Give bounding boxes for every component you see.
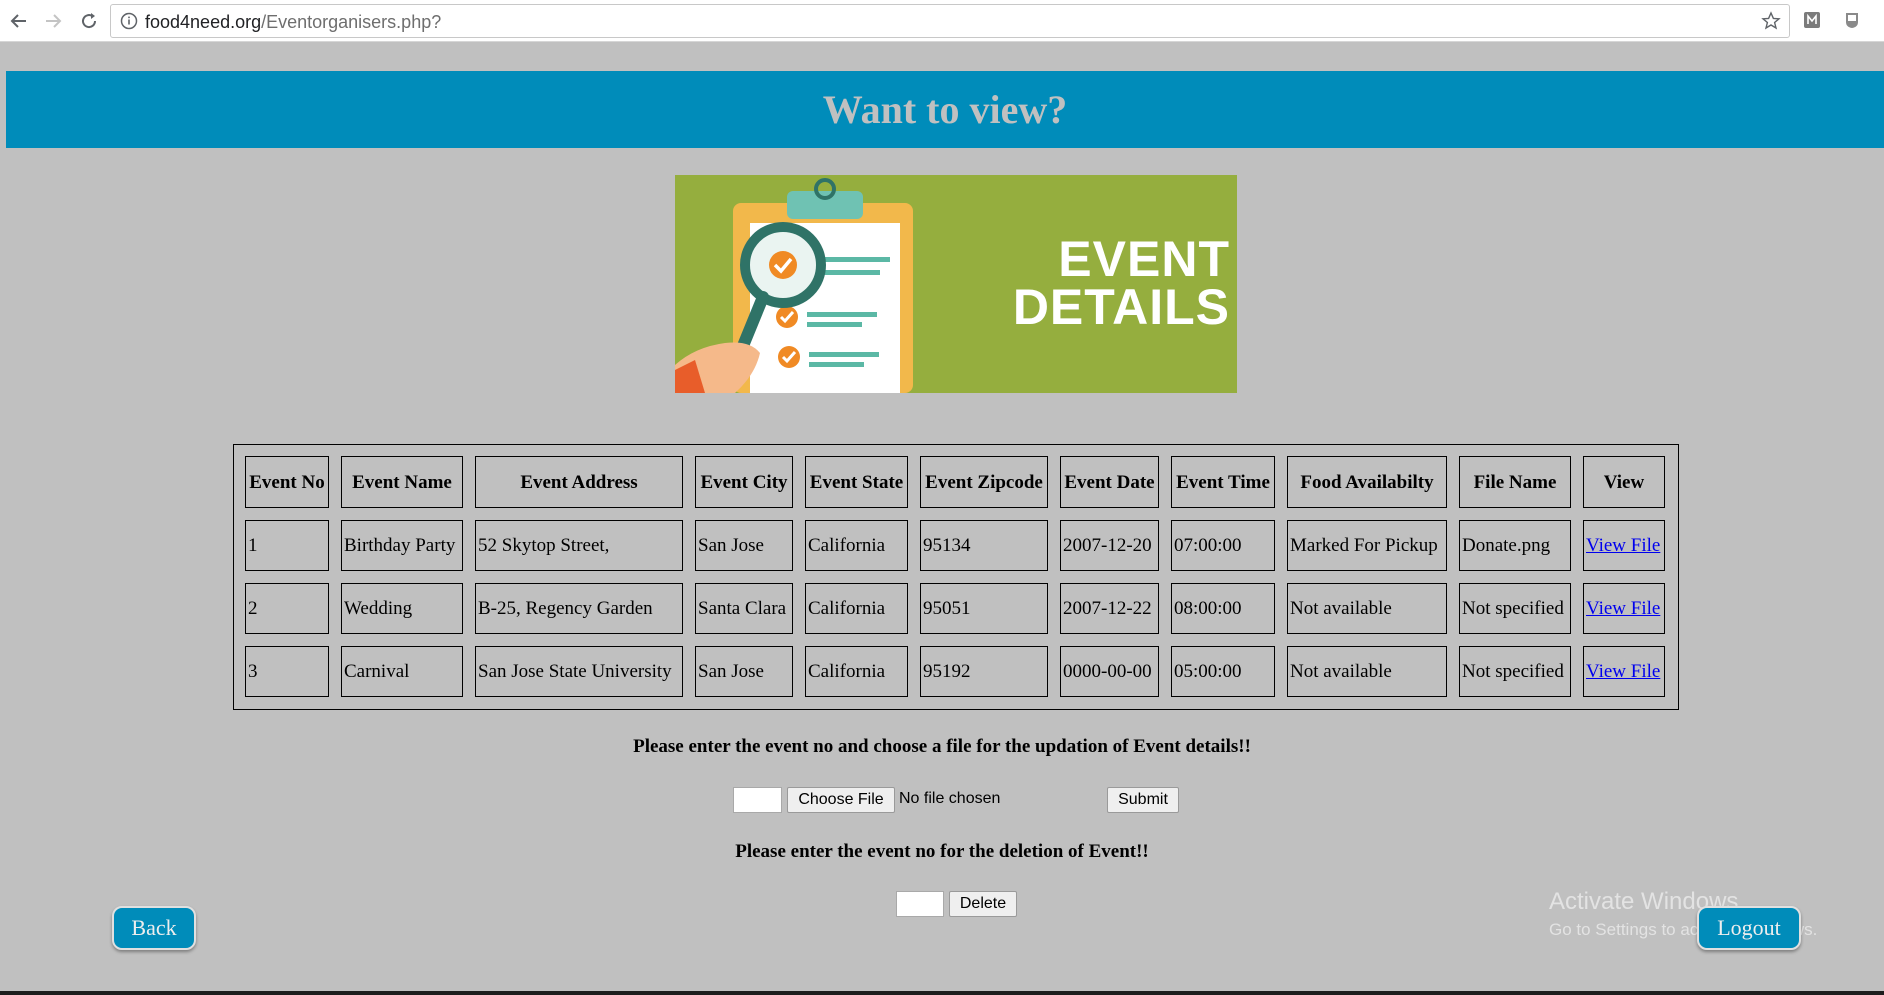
cell-event-state: California <box>805 646 908 697</box>
cell-event-no: 2 <box>245 583 329 634</box>
cell-event-date: 2007-12-22 <box>1060 583 1159 634</box>
cell-event-zipcode: 95134 <box>920 520 1048 571</box>
cell-view: View File <box>1583 646 1665 697</box>
cell-event-zipcode: 95051 <box>920 583 1048 634</box>
extension-icon[interactable] <box>1802 10 1822 30</box>
cell-file-name: Donate.png <box>1459 520 1571 571</box>
delete-prompt: Please enter the event no for the deleti… <box>735 841 1149 862</box>
cell-event-city: Santa Clara <box>695 583 793 634</box>
cell-event-address: San Jose State University <box>475 646 683 697</box>
col-header-view: View <box>1583 456 1665 508</box>
choose-file-button[interactable]: Choose File <box>787 787 895 813</box>
view-file-link[interactable]: View File <box>1586 661 1660 682</box>
cell-event-name: Carnival <box>341 646 463 697</box>
delete-event-no-input[interactable] <box>896 891 944 917</box>
extension-shield-icon[interactable] <box>1842 10 1862 30</box>
reload-icon[interactable] <box>75 7 103 35</box>
cell-event-city: San Jose <box>695 520 793 571</box>
cell-event-date: 0000-00-00 <box>1060 646 1159 697</box>
taskbar-edge <box>0 991 1884 995</box>
cell-view: View File <box>1583 520 1665 571</box>
page-title: Want to view? <box>822 87 1068 132</box>
logout-button[interactable]: Logout <box>1697 906 1801 950</box>
url-text: food4need.org/Eventorganisers.php? <box>145 12 442 32</box>
table-row: 2 Wedding B-25, Regency Garden Santa Cla… <box>245 583 1665 634</box>
cell-event-time: 05:00:00 <box>1171 646 1275 697</box>
events-table: Event No Event Name Event Address Event … <box>233 444 1679 710</box>
table-header-row: Event No Event Name Event Address Event … <box>245 456 1665 508</box>
info-icon[interactable] <box>120 12 138 30</box>
cell-event-address: 52 Skytop Street, <box>475 520 683 571</box>
cell-event-time: 07:00:00 <box>1171 520 1275 571</box>
col-header-event-city: Event City <box>695 456 793 508</box>
submit-button[interactable]: Submit <box>1107 787 1179 813</box>
cell-event-state: California <box>805 520 908 571</box>
col-header-event-no: Event No <box>245 456 329 508</box>
cell-food-availability: Not available <box>1287 646 1447 697</box>
col-header-event-name: Event Name <box>341 456 463 508</box>
address-bar[interactable]: food4need.org/Eventorganisers.php? <box>110 4 1790 38</box>
header-banner: Want to view? <box>6 71 1884 148</box>
browser-toolbar: food4need.org/Eventorganisers.php? <box>0 0 1884 42</box>
cell-event-city: San Jose <box>695 646 793 697</box>
cell-food-availability: Marked For Pickup <box>1287 520 1447 571</box>
col-header-event-zipcode: Event Zipcode <box>920 456 1048 508</box>
cell-view: View File <box>1583 583 1665 634</box>
cell-event-zipcode: 95192 <box>920 646 1048 697</box>
file-status-text: No file chosen <box>899 790 1001 807</box>
view-file-link[interactable]: View File <box>1586 535 1660 556</box>
cell-event-time: 08:00:00 <box>1171 583 1275 634</box>
forward-arrow-icon[interactable] <box>39 7 67 35</box>
update-prompt: Please enter the event no and choose a f… <box>633 736 1251 757</box>
hero-title: EVENT DETAILS <box>1012 231 1230 335</box>
cell-food-availability: Not available <box>1287 583 1447 634</box>
delete-button[interactable]: Delete <box>949 891 1017 917</box>
col-header-event-address: Event Address <box>475 456 683 508</box>
col-header-file-name: File Name <box>1459 456 1571 508</box>
view-file-link[interactable]: View File <box>1586 598 1660 619</box>
cell-file-name: Not specified <box>1459 646 1571 697</box>
cell-event-name: Wedding <box>341 583 463 634</box>
table-row: 1 Birthday Party 52 Skytop Street, San J… <box>245 520 1665 571</box>
back-arrow-icon[interactable] <box>5 7 33 35</box>
cell-event-no: 1 <box>245 520 329 571</box>
col-header-event-date: Event Date <box>1060 456 1159 508</box>
cell-event-state: California <box>805 583 908 634</box>
col-header-food-availability: Food Availabilty <box>1287 456 1447 508</box>
cell-event-name: Birthday Party <box>341 520 463 571</box>
cell-event-date: 2007-12-20 <box>1060 520 1159 571</box>
col-header-event-time: Event Time <box>1171 456 1275 508</box>
cell-event-no: 3 <box>245 646 329 697</box>
update-event-no-input[interactable] <box>733 787 782 813</box>
back-button[interactable]: Back <box>112 906 196 950</box>
col-header-event-state: Event State <box>805 456 908 508</box>
cell-event-address: B-25, Regency Garden <box>475 583 683 634</box>
cell-file-name: Not specified <box>1459 583 1571 634</box>
bookmark-star-icon[interactable] <box>1761 11 1781 31</box>
event-details-image: EVENT DETAILS <box>675 175 1237 393</box>
table-row: 3 Carnival San Jose State University San… <box>245 646 1665 697</box>
